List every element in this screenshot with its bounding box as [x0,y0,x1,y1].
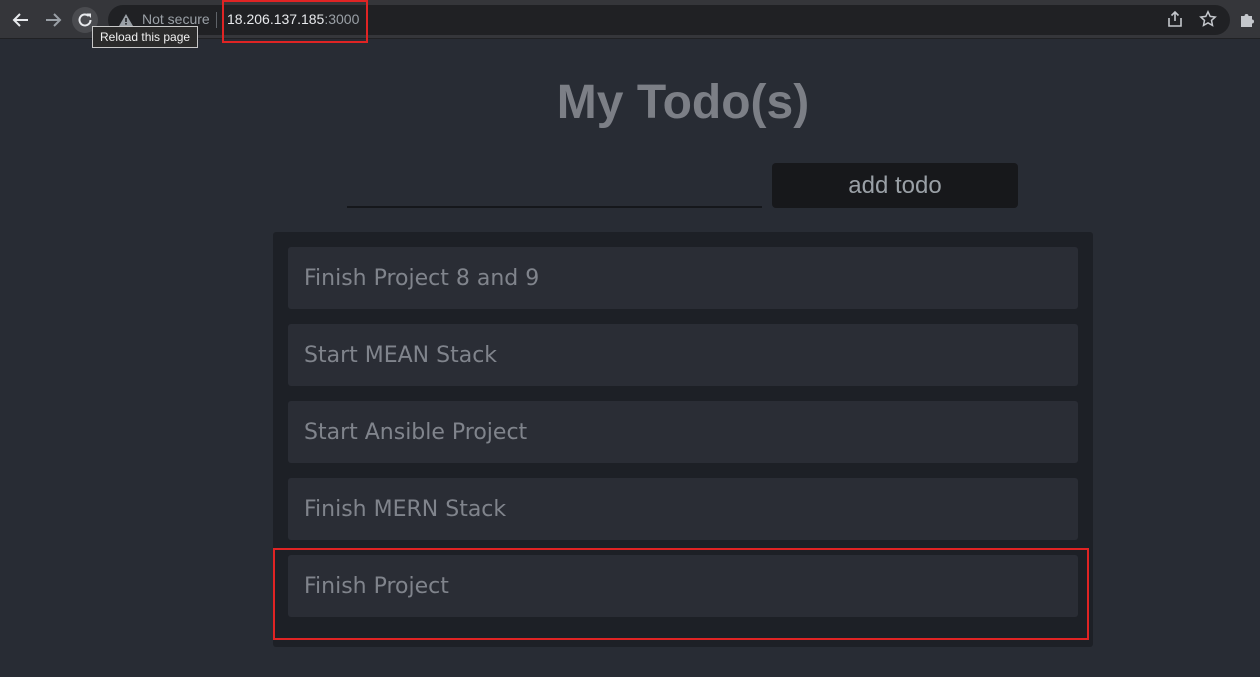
reload-tooltip: Reload this page [92,26,199,48]
extensions-icon[interactable] [1238,10,1256,28]
back-button[interactable] [8,7,34,33]
todo-input[interactable] [347,166,762,208]
share-icon[interactable] [1166,10,1184,28]
todo-item[interactable]: Finish Project 8 and 9 [288,247,1078,309]
star-icon[interactable] [1199,10,1217,28]
back-icon [12,13,28,27]
todo-item[interactable]: Start MEAN Stack [288,324,1078,386]
todo-item[interactable]: Finish MERN Stack [288,478,1078,540]
todo-item[interactable]: Start Ansible Project [288,401,1078,463]
forward-button[interactable] [40,7,66,33]
page-title: My Todo(s) [556,76,810,129]
forward-icon [46,13,62,27]
address-separator [216,12,217,28]
warning-icon [119,14,133,26]
add-todo-button[interactable]: add todo [772,163,1018,208]
url-highlight-box [222,0,368,43]
security-status[interactable]: Not secure [142,11,210,27]
todo-highlight-box [273,548,1089,640]
